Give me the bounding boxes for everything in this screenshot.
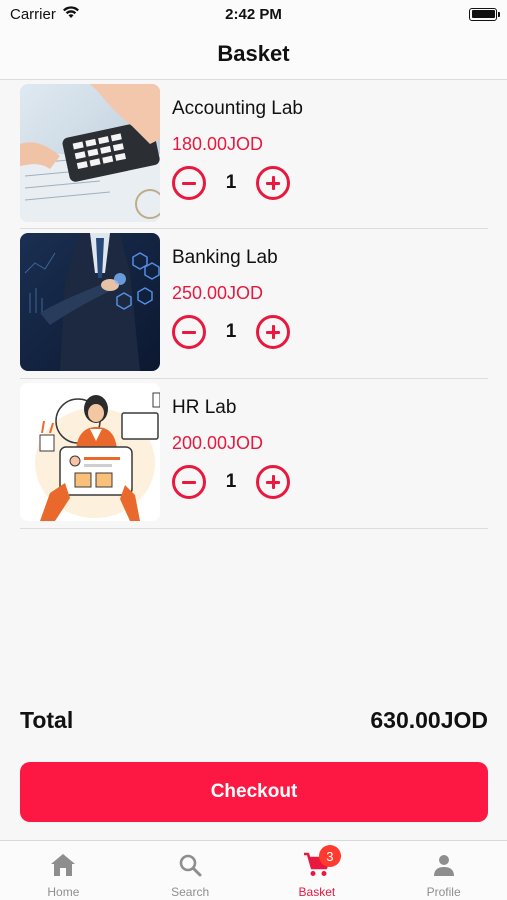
item-price: 180.00JOD	[172, 134, 264, 154]
hr-lab-image	[20, 383, 160, 521]
search-icon	[176, 851, 204, 879]
carrier-label: Carrier	[10, 5, 56, 23]
wifi-icon	[62, 5, 80, 23]
decrease-quantity-button[interactable]	[172, 166, 206, 200]
tab-profile[interactable]: Profile	[380, 841, 507, 900]
total-value: 630.00JOD	[370, 706, 488, 733]
tab-bar: Home Search 3 Basket Profile	[0, 840, 507, 900]
item-name: HR Lab	[172, 397, 237, 418]
home-icon	[49, 851, 77, 879]
checkout-button[interactable]: Checkout	[20, 762, 488, 822]
minus-icon	[182, 330, 196, 334]
cart-icon: 3	[303, 845, 341, 879]
accounting-lab-image	[20, 84, 160, 222]
quantity-value: 1	[225, 321, 237, 342]
basket-item: Accounting Lab 180.00JOD 1	[20, 80, 488, 229]
page-title: Basket	[217, 40, 290, 66]
basket-item: HR Lab 200.00JOD 1	[20, 379, 488, 529]
tab-basket[interactable]: 3 Basket	[254, 841, 381, 900]
quantity-stepper: 1	[172, 315, 290, 349]
battery-icon	[469, 7, 500, 21]
item-price: 250.00JOD	[172, 283, 264, 303]
item-name: Banking Lab	[172, 247, 278, 268]
minus-icon	[182, 181, 196, 185]
quantity-value: 1	[225, 172, 237, 193]
minus-icon	[182, 480, 196, 484]
item-info: HR Lab 200.00JOD 1	[172, 383, 290, 499]
tab-label: Home	[47, 885, 80, 899]
decrease-quantity-button[interactable]	[172, 315, 206, 349]
tab-label: Basket	[298, 885, 336, 899]
tab-home[interactable]: Home	[0, 841, 127, 900]
item-info: Accounting Lab 180.00JOD 1	[172, 84, 303, 200]
basket-list: Accounting Lab 180.00JOD 1 Banking Lab 2…	[20, 80, 488, 529]
item-price: 200.00JOD	[172, 433, 264, 453]
item-info: Banking Lab 250.00JOD 1	[172, 233, 290, 349]
total-label: Total	[20, 706, 74, 733]
increase-quantity-button[interactable]	[256, 166, 290, 200]
banking-lab-image	[20, 233, 160, 371]
tab-label: Profile	[426, 885, 461, 899]
quantity-stepper: 1	[172, 166, 303, 200]
quantity-value: 1	[225, 471, 237, 492]
cart-count-badge: 3	[318, 845, 341, 867]
total-row: Total 630.00JOD	[20, 702, 488, 738]
status-bar: Carrier 2:42 PM	[0, 0, 507, 28]
tab-label: Search	[171, 885, 210, 899]
basket-item: Banking Lab 250.00JOD 1	[20, 229, 488, 379]
increase-quantity-button[interactable]	[256, 465, 290, 499]
increase-quantity-button[interactable]	[256, 315, 290, 349]
status-left: Carrier	[10, 5, 80, 23]
nav-header: Basket	[0, 28, 507, 80]
person-icon	[430, 851, 458, 879]
item-name: Accounting Lab	[172, 98, 303, 119]
tab-search[interactable]: Search	[127, 841, 254, 900]
decrease-quantity-button[interactable]	[172, 465, 206, 499]
quantity-stepper: 1	[172, 465, 290, 499]
